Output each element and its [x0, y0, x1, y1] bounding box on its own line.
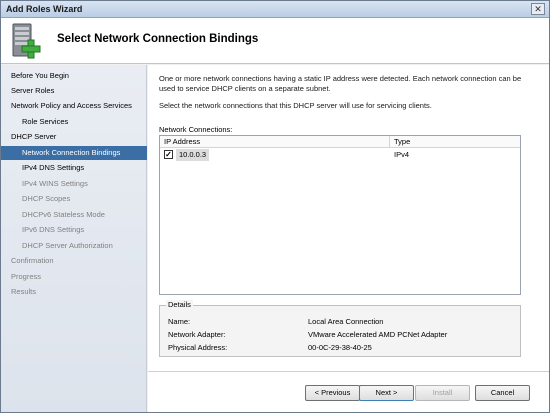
nav-step-before-you-begin[interactable]: Before You Begin — [1, 69, 147, 83]
network-connections-label: Network Connections: — [159, 125, 233, 134]
column-header-type[interactable]: Type — [390, 136, 520, 148]
details-group: Details Name: Local Area Connection Netw… — [159, 300, 521, 357]
next-button[interactable]: Next > — [359, 385, 414, 401]
detail-row-network-adapter: Network Adapter: VMware Accelerated AMD … — [168, 329, 518, 340]
detail-row-name: Name: Local Area Connection — [168, 316, 518, 327]
nav-step-ipv6-dns-settings: IPv6 DNS Settings — [22, 225, 85, 234]
instruction-text: Select the network connections that this… — [159, 101, 432, 110]
list-header: IP Address Type — [160, 136, 520, 148]
nav-step-role-services[interactable]: Role Services — [1, 115, 147, 129]
close-button[interactable]: ✕ — [531, 3, 545, 15]
window-title: Add Roles Wizard — [6, 4, 83, 14]
detail-value: Local Area Connection — [308, 317, 384, 326]
detail-row-physical-address: Physical Address: 00-0C-29-38-40-25 — [168, 342, 518, 353]
nav-step-dhcpv6-stateless-mode: DHCPv6 Stateless Mode — [22, 210, 105, 219]
detail-value: 00-0C-29-38-40-25 — [308, 343, 372, 352]
title-bar[interactable]: Add Roles Wizard ✕ — [1, 1, 549, 18]
nav-step-dhcp-server-authorization: DHCP Server Authorization — [22, 241, 113, 250]
add-roles-wizard-window: Add Roles Wizard ✕ Select Network Connec… — [0, 0, 550, 413]
wizard-steps-sidebar: Before You Begin Server Roles Network Po… — [1, 65, 147, 412]
details-title: Details — [166, 300, 193, 309]
nav-step-progress: Progress — [11, 272, 42, 281]
wizard-content: One or more network connections having a… — [148, 65, 549, 412]
cancel-button[interactable]: Cancel — [475, 385, 530, 401]
connection-checkbox[interactable]: ✓ — [164, 150, 173, 159]
detail-key: Physical Address: — [168, 343, 228, 352]
footer-divider — [148, 371, 549, 372]
detail-value: VMware Accelerated AMD PCNet Adapter — [308, 330, 448, 339]
nav-step-npas[interactable]: Network Policy and Access Services — [1, 99, 147, 113]
nav-step-results: Results — [11, 287, 37, 296]
network-connections-list[interactable]: IP Address Type ✓ 10.0.0.3 IPv4 — [159, 135, 521, 295]
nav-step-network-connection-bindings[interactable]: Network Connection Bindings — [1, 146, 147, 160]
nav-step-server-roles[interactable]: Server Roles — [1, 84, 147, 98]
type-cell: IPv4 — [394, 150, 410, 159]
nav-step-dhcp-scopes: DHCP Scopes — [22, 194, 71, 203]
nav-step-confirmation: Confirmation — [11, 256, 54, 265]
nav-step-dhcp-server[interactable]: DHCP Server — [1, 130, 147, 144]
nav-step-ipv4-wins-settings: IPv4 WINS Settings — [22, 179, 88, 188]
ip-address-cell: 10.0.0.3 — [176, 149, 210, 161]
column-header-ip-address[interactable]: IP Address — [160, 136, 390, 148]
previous-button[interactable]: < Previous — [305, 385, 360, 401]
wizard-header: Select Network Connection Bindings — [1, 18, 549, 64]
install-button: Install — [415, 385, 470, 401]
page-title: Select Network Connection Bindings — [57, 33, 259, 45]
server-add-icon — [12, 23, 41, 59]
table-row[interactable]: ✓ 10.0.0.3 IPv4 — [160, 149, 520, 161]
detail-key: Name: — [168, 317, 191, 326]
intro-text: One or more network connections having a… — [159, 74, 522, 93]
detail-key: Network Adapter: — [168, 330, 226, 339]
nav-step-ipv4-dns-settings[interactable]: IPv4 DNS Settings — [1, 161, 147, 175]
